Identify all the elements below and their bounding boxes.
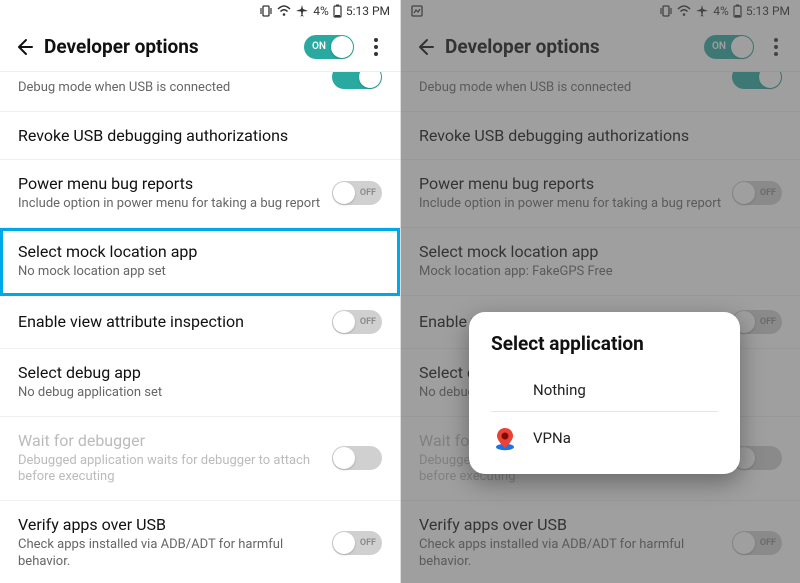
select-application-dialog: Select application Nothing VPNa [469, 312, 740, 474]
page-title: Developer options [445, 35, 704, 58]
option-label: Nothing [533, 381, 586, 399]
row-title [18, 72, 332, 77]
row-subtitle: Debugged application waits for debugger … [18, 453, 332, 487]
row-title: Wait for debugger [18, 431, 332, 450]
master-toggle[interactable]: ON [704, 35, 754, 59]
row-subtitle: No mock location app set [18, 264, 382, 281]
back-button[interactable] [8, 31, 40, 63]
clock: 5:13 PM [746, 4, 790, 18]
usb-debugging-toggle[interactable] [732, 72, 782, 89]
row-revoke-auth[interactable]: Revoke USB debugging authorizations [401, 112, 800, 160]
map-pin-icon [491, 424, 519, 452]
row-title: Enable view attribute inspection [18, 312, 332, 331]
wifi-icon [277, 5, 291, 17]
row-power-bug-reports[interactable]: Power menu bug reports Include option in… [401, 160, 800, 228]
airplane-icon [695, 5, 709, 17]
overflow-menu-button[interactable] [760, 31, 792, 63]
battery-pct: 4% [313, 4, 329, 18]
row-subtitle: Check apps installed via ADB/ADT for har… [419, 537, 732, 571]
status-bar: 4% 5:13 PM [401, 0, 800, 22]
row-title: Power menu bug reports [18, 174, 332, 193]
row-subtitle: Include option in power menu for taking … [419, 196, 732, 213]
row-mock-location[interactable]: Select mock location app No mock locatio… [0, 228, 400, 296]
power-bug-toggle[interactable]: OFF [732, 181, 782, 205]
header-bar: Developer options ON [0, 22, 400, 72]
back-button[interactable] [409, 31, 441, 63]
toggle-label: ON [712, 41, 726, 52]
row-usb-debugging[interactable]: Debug mode when USB is connected [401, 72, 800, 112]
toggle-knob [331, 36, 353, 58]
back-arrow-icon [415, 37, 435, 57]
view-attr-toggle[interactable]: OFF [332, 310, 382, 334]
verify-apps-toggle[interactable]: OFF [332, 531, 382, 555]
row-verify-apps-usb[interactable]: Verify apps over USB Check apps installe… [0, 501, 400, 583]
dialog-option-nothing[interactable]: Nothing [469, 369, 740, 411]
clock: 5:13 PM [346, 4, 390, 18]
screenshot-icon [411, 5, 423, 17]
wait-debugger-toggle [332, 446, 382, 470]
toggle-knob [731, 36, 753, 58]
usb-debugging-toggle[interactable] [332, 72, 382, 89]
row-subtitle: Debug mode when USB is connected [419, 80, 732, 97]
phone-right: 4% 5:13 PM Developer options ON Debug mo… [400, 0, 800, 583]
master-toggle[interactable]: ON [304, 35, 354, 59]
battery-icon [733, 4, 742, 18]
row-subtitle: Debug mode when USB is connected [18, 80, 332, 97]
status-bar: 4% 5:13 PM [0, 0, 400, 22]
row-select-debug-app[interactable]: Select debug app No debug application se… [0, 349, 400, 417]
page-title: Developer options [44, 35, 304, 58]
row-verify-apps-usb[interactable]: Verify apps over USB Check apps installe… [401, 501, 800, 583]
row-title: Revoke USB debugging authorizations [419, 126, 782, 145]
row-title: Select mock location app [419, 242, 782, 261]
dialog-option-vpna[interactable]: VPNa [469, 412, 740, 464]
row-revoke-auth[interactable]: Revoke USB debugging authorizations [0, 112, 400, 160]
toggle-label: ON [312, 41, 326, 52]
wifi-icon [677, 5, 691, 17]
verify-apps-toggle[interactable]: OFF [732, 531, 782, 555]
row-subtitle: Check apps installed via ADB/ADT for har… [18, 537, 332, 571]
vibrate-icon [659, 5, 673, 17]
row-mock-location[interactable]: Select mock location app Mock location a… [401, 228, 800, 296]
row-subtitle: Mock location app: FakeGPS Free [419, 264, 782, 281]
phone-left: 4% 5:13 PM Developer options ON Debug mo… [0, 0, 400, 583]
option-label: VPNa [533, 429, 571, 447]
row-subtitle: No debug application set [18, 385, 382, 402]
row-title: Select debug app [18, 363, 382, 382]
row-subtitle: Include option in power menu for taking … [18, 196, 332, 213]
row-power-bug-reports[interactable]: Power menu bug reports Include option in… [0, 160, 400, 228]
row-title: Power menu bug reports [419, 174, 732, 193]
row-view-attr-inspection[interactable]: Enable view attribute inspection OFF [0, 296, 400, 349]
vibrate-icon [259, 5, 273, 17]
row-title: Revoke USB debugging authorizations [18, 126, 382, 145]
row-usb-debugging[interactable]: Debug mode when USB is connected [0, 72, 400, 112]
back-arrow-icon [14, 37, 34, 57]
row-title [419, 72, 732, 77]
row-title: Select mock location app [18, 242, 382, 261]
header-bar: Developer options ON [401, 22, 800, 72]
row-wait-debugger: Wait for debugger Debugged application w… [0, 417, 400, 502]
overflow-menu-button[interactable] [360, 31, 392, 63]
dialog-title: Select application [469, 332, 740, 369]
battery-pct: 4% [713, 4, 729, 18]
row-title: Verify apps over USB [18, 515, 332, 534]
power-bug-toggle[interactable]: OFF [332, 181, 382, 205]
settings-list: Debug mode when USB is connected Revoke … [0, 72, 400, 583]
airplane-icon [295, 5, 309, 17]
battery-icon [333, 4, 342, 18]
row-title: Verify apps over USB [419, 515, 732, 534]
